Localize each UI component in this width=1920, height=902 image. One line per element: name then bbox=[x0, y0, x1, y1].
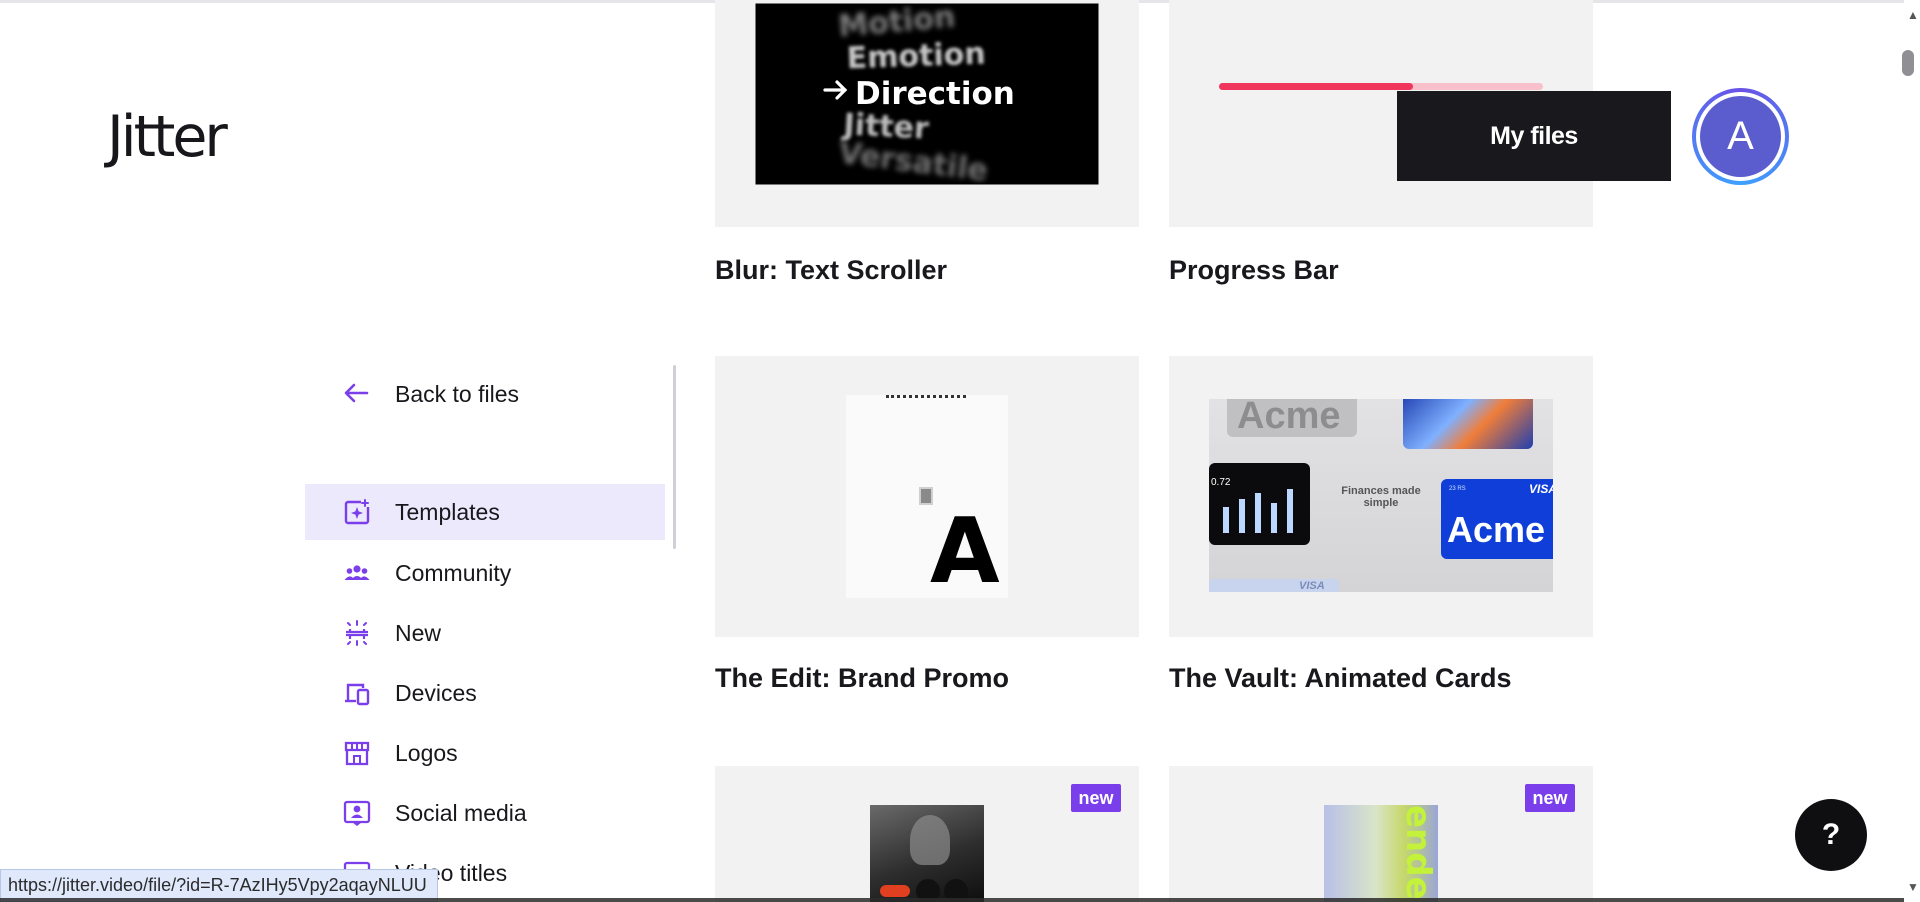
preview-bar bbox=[1271, 503, 1277, 533]
preview-tagline: Finances made simple bbox=[1341, 485, 1421, 509]
preview-phone: 0.72 bbox=[1209, 463, 1310, 545]
page-scrollbar[interactable] bbox=[1904, 0, 1920, 902]
progress-fill bbox=[1219, 83, 1413, 90]
sidebar-item-label: Social media bbox=[395, 800, 527, 826]
sidebar-item-community[interactable]: Community bbox=[305, 545, 665, 601]
preview-small-amount: 23 RS bbox=[1449, 486, 1466, 492]
sidebar-item-label: Logos bbox=[395, 740, 458, 766]
preview-card-brand: Acme bbox=[1237, 399, 1341, 437]
template-thumbnail: ender new bbox=[1169, 766, 1593, 902]
scrollbar-thumb[interactable] bbox=[1902, 50, 1914, 76]
preview-figure bbox=[910, 815, 950, 865]
preview-balance: 0.72 bbox=[1211, 477, 1231, 488]
sidebar-item-label: Community bbox=[395, 560, 512, 586]
new-sparkle-icon bbox=[346, 620, 368, 646]
preview-visa: VISA bbox=[1299, 580, 1325, 592]
sidebar-item-social-media[interactable]: Social media bbox=[305, 785, 665, 841]
template-thumbnail: Motion Emotion Direction Jitter Versatil… bbox=[715, 0, 1139, 227]
community-people-icon bbox=[344, 565, 370, 580]
preview-dots bbox=[886, 395, 966, 399]
sidebar-item-label: Devices bbox=[395, 680, 477, 706]
devices-icon bbox=[345, 683, 370, 706]
preview-bar bbox=[1255, 493, 1261, 533]
preview-bar bbox=[1223, 507, 1229, 533]
preview-word: Direction bbox=[855, 76, 1015, 112]
scroll-down-icon[interactable]: ▼ bbox=[1907, 880, 1919, 894]
preview-blue-card: 23 RS VISA Acme bbox=[1441, 479, 1553, 559]
preview-bar bbox=[1239, 499, 1245, 533]
text-scroller-preview: Motion Emotion Direction Jitter Versatil… bbox=[755, 0, 1099, 189]
preview-photo bbox=[870, 805, 984, 902]
preview-gradient: ender bbox=[1324, 805, 1438, 902]
preview-vertical-text: ender bbox=[1398, 805, 1438, 902]
preview-word: Emotion bbox=[846, 37, 986, 77]
sidebar-item-new[interactable]: New bbox=[305, 605, 665, 661]
back-to-files-label: Back to files bbox=[395, 381, 519, 407]
template-title: Progress Bar bbox=[1169, 255, 1339, 285]
preview-art-card bbox=[1403, 399, 1533, 449]
template-title: Blur: Text Scroller bbox=[715, 255, 948, 285]
scroll-up-icon[interactable]: ▲ bbox=[1907, 8, 1919, 22]
preview-card-brand: Acme bbox=[1447, 509, 1546, 550]
template-thumbnail: A bbox=[715, 356, 1139, 637]
template-title: The Edit: Brand Promo bbox=[715, 663, 1010, 693]
template-thumbnail: Acme 0.72 Finances made simple 23 RS VIS… bbox=[1169, 356, 1593, 637]
sidebar-item-logos[interactable]: Logos bbox=[305, 725, 665, 781]
templates-sparkle-icon bbox=[344, 499, 370, 525]
app-page: Jitter Back to files Templates Community bbox=[0, 0, 1920, 902]
my-files-button[interactable]: My files bbox=[1397, 91, 1671, 181]
preview-red-pill bbox=[880, 885, 910, 897]
preview-bar bbox=[1287, 489, 1293, 533]
preview-visa: VISA bbox=[1529, 482, 1553, 496]
new-badge: new bbox=[1071, 784, 1121, 812]
template-title: The Vault: Animated Cards bbox=[1169, 663, 1512, 693]
bottom-edge bbox=[0, 898, 1904, 902]
arrow-left-icon bbox=[344, 383, 369, 403]
back-to-files-link[interactable]: Back to files bbox=[305, 365, 665, 421]
sidebar-item-templates[interactable]: Templates bbox=[305, 484, 665, 540]
social-profile-icon bbox=[343, 800, 371, 826]
help-button[interactable]: ? bbox=[1795, 799, 1867, 871]
storefront-icon bbox=[344, 741, 370, 766]
avatar-button[interactable]: A bbox=[1692, 88, 1789, 185]
sidebar-item-devices[interactable]: Devices bbox=[305, 665, 665, 721]
brand-promo-preview: A bbox=[846, 395, 1008, 598]
jitter-logo[interactable]: Jitter bbox=[107, 104, 228, 170]
sidebar-item-label: New bbox=[395, 620, 442, 646]
avatar-ring-gap: A bbox=[1696, 92, 1785, 181]
vault-preview: Acme 0.72 Finances made simple 23 RS VIS… bbox=[1209, 399, 1553, 592]
preview-gray-card: Acme bbox=[1227, 399, 1357, 437]
avatar: A bbox=[1700, 96, 1781, 177]
preview-letter: A bbox=[930, 499, 1000, 604]
new-badge: new bbox=[1525, 784, 1575, 812]
sidebar-item-label: Templates bbox=[395, 499, 500, 525]
preview-light-card: VISA bbox=[1209, 579, 1339, 592]
sidebar-scrollbar[interactable] bbox=[673, 365, 676, 549]
template-thumbnail: new bbox=[715, 766, 1139, 902]
